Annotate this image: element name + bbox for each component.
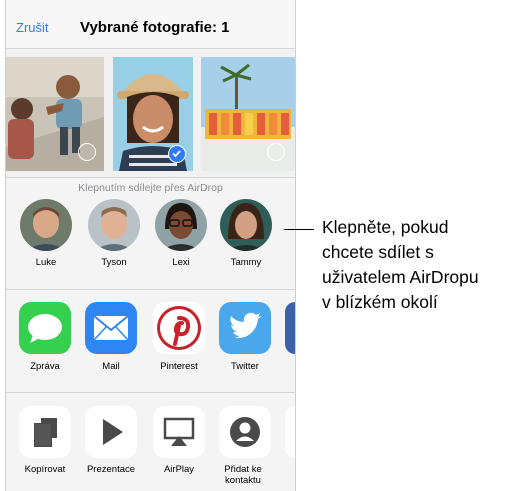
- twitter-icon: [219, 302, 271, 354]
- action-label: Přidat ke kontaktu: [224, 464, 262, 486]
- person-name: Lexi: [172, 257, 190, 268]
- share-app-messages[interactable]: Zpráva: [17, 302, 73, 372]
- photo-checkbox[interactable]: [78, 143, 96, 161]
- share-sheet: Zrušit Vybrané fotografie: 1 Klepnutím s…: [5, 0, 296, 491]
- play-icon: [85, 406, 137, 458]
- action-copy[interactable]: Kopírovat: [17, 406, 73, 475]
- share-header: Zrušit Vybrané fotografie: 1: [6, 0, 295, 49]
- photo-checkbox[interactable]: [267, 143, 285, 161]
- app-label: Pinterest: [160, 361, 198, 372]
- divider: [6, 177, 295, 178]
- mail-icon: [85, 302, 137, 354]
- action-label: Kopírovat: [24, 464, 66, 475]
- avatar: [155, 199, 207, 251]
- airplay-icon: [153, 406, 205, 458]
- photo-woman-hat[interactable]: [113, 57, 193, 171]
- callout-line-4: v blízkém okolí: [322, 292, 438, 312]
- airdrop-person-tyson[interactable]: Tyson: [84, 199, 144, 268]
- callout-line-1: Klepněte, pokud: [322, 217, 449, 237]
- cancel-button[interactable]: Zrušit: [16, 20, 49, 35]
- message-icon: [19, 302, 71, 354]
- photo-sign[interactable]: [201, 57, 295, 171]
- action-label: AirPlay: [163, 464, 195, 475]
- callout-text: Klepněte, pokud chcete sdílet s uživatel…: [322, 215, 506, 315]
- action-airplay[interactable]: AirPlay: [151, 406, 207, 475]
- airdrop-person-tammy[interactable]: Tammy: [216, 199, 276, 268]
- photo-strip[interactable]: [6, 49, 295, 177]
- callout-line-3: uživatelem AirDropu: [322, 267, 479, 287]
- copy-icon: [19, 406, 71, 458]
- avatar: [88, 199, 140, 251]
- airdrop-person-luke[interactable]: Luke: [16, 199, 76, 268]
- divider: [6, 289, 295, 290]
- action-add-contact[interactable]: Přidat ke kontaktu: [217, 406, 273, 486]
- app-label: Zpráva: [30, 361, 60, 372]
- airdrop-person-lexi[interactable]: Lexi: [151, 199, 211, 268]
- checkmark-icon: [172, 150, 181, 158]
- share-app-more-peek[interactable]: [285, 302, 295, 354]
- callout-line-2: chcete sdílet s: [322, 242, 434, 262]
- share-app-pinterest[interactable]: Pinterest: [151, 302, 207, 372]
- pinterest-icon: [153, 302, 205, 354]
- share-app-mail[interactable]: Mail: [83, 302, 139, 372]
- action-more-peek[interactable]: [285, 406, 295, 458]
- person-name: Luke: [35, 257, 57, 268]
- divider: [6, 392, 295, 393]
- avatar: [220, 199, 272, 251]
- person-name: Tammy: [230, 257, 262, 268]
- app-label: Twitter: [231, 361, 259, 372]
- selection-title: Vybrané fotografie: 1: [80, 19, 230, 36]
- photo-friends[interactable]: [6, 57, 104, 171]
- share-app-twitter[interactable]: Twitter: [217, 302, 273, 372]
- contact-icon: [219, 406, 271, 458]
- person-name: Tyson: [101, 257, 127, 268]
- photo-checkbox-selected[interactable]: [168, 145, 186, 163]
- action-slideshow[interactable]: Prezentace: [83, 406, 139, 475]
- callout-leader-line: [284, 229, 314, 230]
- action-label: Prezentace: [86, 464, 136, 475]
- airdrop-hint: Klepnutím sdílejte přes AirDrop: [78, 182, 223, 194]
- app-label: Mail: [102, 361, 120, 372]
- avatar: [20, 199, 72, 251]
